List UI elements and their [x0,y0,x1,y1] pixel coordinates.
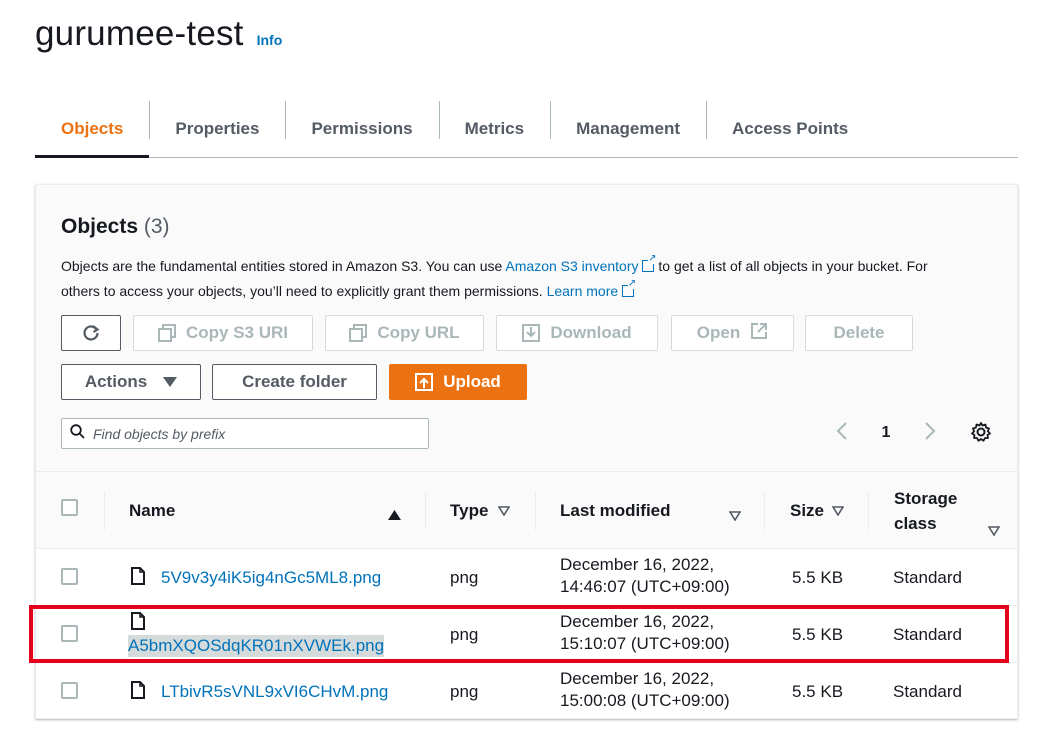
search-icon [70,423,85,444]
objects-description: Objects are the fundamental entities sto… [61,254,961,304]
objects-panel: Objects (3) Objects are the fundamental … [35,184,1018,719]
chevron-left-icon[interactable] [836,421,848,446]
s3-inventory-link[interactable]: Amazon S3 inventory [505,254,657,274]
section-title-text: Objects [61,215,139,238]
tab-management[interactable]: Management [550,100,706,157]
table-header: Name Type Last modified Size Storage clas… [36,471,1017,549]
object-size: 5.5 KB [792,625,844,644]
file-icon [131,612,145,635]
object-count: (3) [143,215,170,238]
select-all-checkbox[interactable] [61,499,78,516]
sort-icon [831,501,845,521]
learn-more-link[interactable]: Learn more [547,279,637,299]
object-size: 5.5 KB [792,568,844,587]
title-row: gurumee-test Info [35,14,282,54]
create-folder-button[interactable]: Create folder [212,364,377,400]
pagination: 1 [836,421,936,445]
external-link-icon [642,254,657,272]
row-checkbox[interactable] [61,682,78,699]
table-row[interactable]: A5bmXQOSdqKR01nXVWEk.png png December 16… [36,606,1017,663]
column-last-modified[interactable]: Last modified [560,472,745,550]
copy-s3-uri-button[interactable]: Copy S3 URI [133,315,313,351]
tab-bar: Objects Properties Permissions Metrics M… [35,100,1018,158]
tab-metrics[interactable]: Metrics [438,100,551,157]
object-storage-class: Standard [893,625,962,644]
object-last-modified: December 16, 2022, 15:00:08 (UTC+09:00) [560,669,730,710]
sort-icon [728,506,742,526]
tab-permissions[interactable]: Permissions [285,100,438,157]
object-name-link[interactable]: LTbivR5sVNL9xVI6CHvM.png [161,681,388,703]
section-title: Objects (3) [61,215,170,239]
table-row[interactable]: 5V9v3y4iK5ig4nGc5ML8.png png December 16… [36,549,1017,606]
page-title: gurumee-test [35,14,244,53]
column-size[interactable]: Size [790,472,860,550]
row-checkbox[interactable] [61,568,78,585]
caret-down-icon [163,372,178,392]
object-last-modified: December 16, 2022, 14:46:07 (UTC+09:00) [560,555,730,596]
object-size: 5.5 KB [792,682,844,701]
file-icon [131,567,145,590]
object-name-link[interactable]: 5V9v3y4iK5ig4nGc5ML8.png [161,567,381,589]
object-type: png [450,625,479,644]
sort-ascending-icon [388,505,401,525]
object-storage-class: Standard [893,682,962,701]
tab-properties[interactable]: Properties [149,100,285,157]
search-placeholder: Find objects by prefix [93,425,226,442]
download-icon [522,324,541,342]
delete-button[interactable]: Delete [805,315,913,351]
file-icon [131,681,145,704]
download-button[interactable]: Download [496,315,658,351]
object-last-modified: December 16, 2022, 15:10:07 (UTC+09:00) [560,612,730,653]
column-storage-class[interactable]: Storage class [894,472,1004,550]
upload-button[interactable]: Upload [389,364,527,400]
sort-icon [987,518,1001,543]
object-name-link[interactable]: A5bmXQOSdqKR01nXVWEk.png [128,635,385,657]
tab-access-points[interactable]: Access Points [706,100,874,157]
copy-icon [157,324,176,342]
column-type[interactable]: Type [450,472,530,550]
upload-icon [415,373,434,391]
row-checkbox[interactable] [61,625,78,642]
desc-text-1: Objects are the fundamental entities sto… [61,258,506,274]
refresh-button[interactable] [61,315,121,351]
external-link-icon [750,322,768,345]
external-link-icon [622,279,637,297]
object-storage-class: Standard [893,568,962,587]
copy-icon [349,324,368,342]
actions-dropdown[interactable]: Actions [61,364,201,400]
table-row[interactable]: LTbivR5sVNL9xVI6CHvM.png png December 16… [36,663,1017,720]
sort-icon [497,501,511,521]
object-type: png [450,682,479,701]
chevron-right-icon[interactable] [924,421,936,446]
page-number[interactable]: 1 [882,424,891,442]
open-button[interactable]: Open [671,315,794,351]
info-link[interactable]: Info [257,32,283,48]
search-input[interactable]: Find objects by prefix [61,418,429,449]
tab-objects[interactable]: Objects [35,100,150,158]
column-name[interactable]: Name [129,472,409,550]
refresh-icon [83,325,100,341]
copy-url-button[interactable]: Copy URL [325,315,484,351]
object-type: png [450,568,479,587]
settings-gear-icon[interactable] [970,421,992,448]
